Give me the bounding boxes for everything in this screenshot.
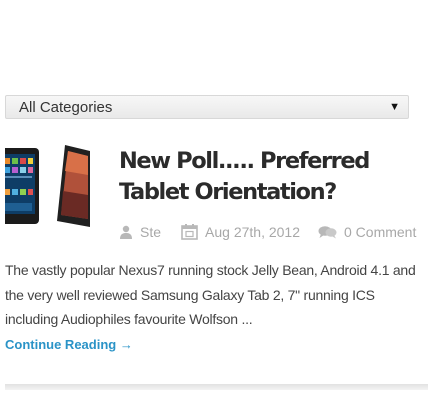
calendar-icon (181, 224, 198, 240)
post-meta: Ste Aug 27th, 2012 0 Comment (119, 221, 416, 243)
post-date: Aug 27th, 2012 (181, 224, 300, 240)
post-excerpt: The vastly popular Nexus7 running stock … (5, 262, 416, 327)
category-filter-value: All Categories (19, 98, 113, 116)
post-author[interactable]: Ste (119, 224, 161, 240)
post-date-text: Aug 27th, 2012 (205, 224, 300, 240)
speech-bubbles-icon (318, 226, 337, 239)
tablet-devices-image (5, 145, 90, 227)
post-thumbnail[interactable] (5, 145, 90, 227)
post-title[interactable]: New Poll..... Preferred Tablet Orientati… (119, 146, 430, 208)
post-comments[interactable]: 0 Comment (318, 224, 416, 240)
continue-reading-link[interactable]: Continue Reading → (5, 337, 133, 352)
person-icon (120, 225, 132, 239)
category-filter-select[interactable]: All Categories ▼ (5, 95, 409, 119)
post-comments-count: 0 Comment (344, 224, 417, 240)
post-separator (5, 384, 428, 390)
caret-down-icon: ▼ (389, 101, 400, 113)
post-author-name: Ste (140, 224, 162, 240)
